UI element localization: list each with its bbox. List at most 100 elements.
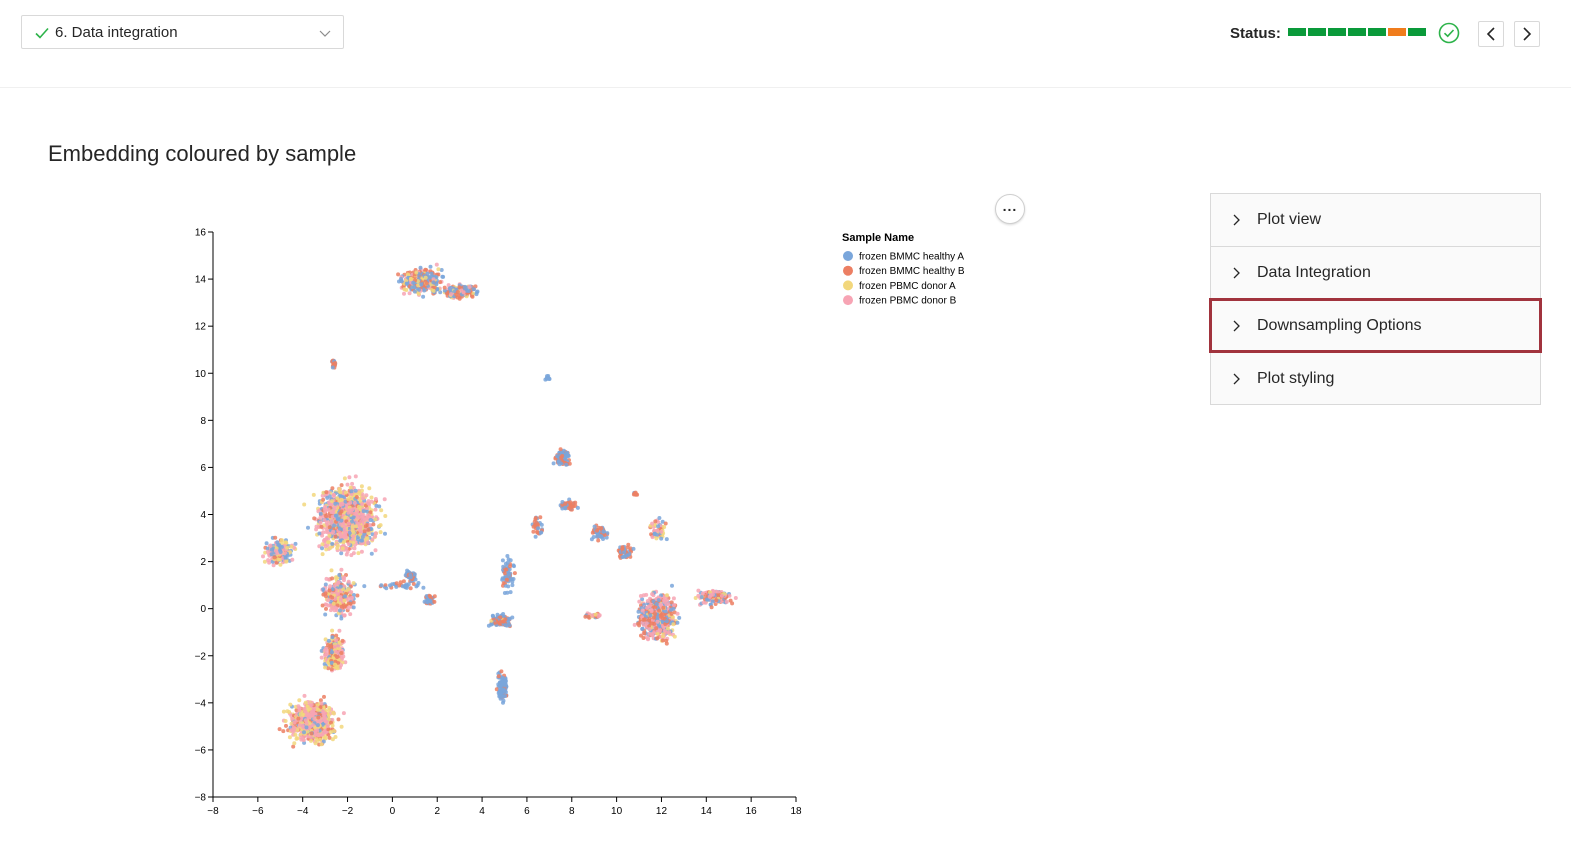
data-point — [323, 612, 328, 617]
data-point — [425, 271, 430, 276]
data-point — [646, 636, 651, 641]
x-tick-label: 16 — [746, 806, 758, 817]
data-point — [319, 524, 324, 529]
previous-step-button[interactable] — [1478, 21, 1504, 47]
data-point — [366, 501, 371, 506]
data-point — [310, 709, 315, 714]
data-point — [512, 571, 517, 576]
data-point — [657, 516, 662, 520]
data-point — [531, 529, 536, 534]
chevron-right-icon — [1233, 214, 1240, 226]
data-point — [264, 541, 269, 546]
data-point — [319, 701, 324, 706]
data-point — [359, 549, 364, 554]
data-point — [410, 285, 415, 290]
data-point — [590, 530, 595, 535]
data-point — [367, 486, 372, 491]
data-point — [500, 675, 505, 680]
data-point — [642, 617, 647, 622]
x-tick-label: 8 — [569, 806, 575, 817]
panel-item-downsampling-options[interactable]: Downsampling Options — [1209, 298, 1542, 353]
panel-item-plot-styling[interactable]: Plot styling — [1210, 352, 1541, 405]
data-point — [326, 643, 330, 647]
y-tick-label: 10 — [195, 369, 207, 380]
data-point — [342, 598, 347, 603]
data-point — [330, 365, 335, 370]
data-point — [655, 636, 660, 641]
data-point — [503, 561, 508, 566]
data-point — [311, 492, 316, 497]
data-point — [329, 520, 334, 525]
data-point — [672, 603, 676, 608]
data-point — [719, 593, 724, 598]
data-point — [359, 519, 364, 524]
data-point — [323, 508, 328, 513]
y-tick-label: 6 — [200, 463, 206, 474]
panel-item-label: Data Integration — [1257, 264, 1371, 281]
data-point — [290, 716, 295, 721]
data-point — [671, 596, 676, 601]
data-point — [595, 528, 599, 533]
data-point — [547, 376, 552, 381]
data-point — [640, 608, 645, 613]
data-point — [661, 605, 666, 610]
data-point — [421, 294, 426, 299]
status-step-3 — [1328, 28, 1346, 36]
panel-item-data-integration[interactable]: Data Integration — [1210, 246, 1541, 299]
data-point — [396, 272, 401, 277]
data-point — [655, 619, 660, 624]
data-point — [655, 528, 660, 533]
data-point — [404, 288, 409, 292]
data-point — [351, 551, 356, 556]
data-point — [533, 516, 538, 520]
data-point — [599, 534, 603, 539]
data-point — [334, 513, 339, 518]
data-point — [641, 636, 646, 640]
data-point — [343, 532, 347, 536]
data-point — [355, 515, 360, 520]
data-point — [309, 738, 313, 743]
data-point — [284, 559, 289, 564]
data-point — [357, 504, 361, 509]
data-point — [352, 546, 357, 551]
data-point — [268, 543, 273, 548]
data-point — [360, 535, 365, 539]
data-point — [625, 553, 630, 558]
data-point — [327, 533, 332, 538]
data-point — [696, 588, 701, 593]
data-point — [505, 590, 510, 595]
data-point — [343, 594, 347, 599]
data-point — [331, 493, 336, 498]
data-point — [564, 454, 568, 459]
data-point — [335, 543, 340, 548]
chevron-right-icon — [1233, 320, 1240, 332]
data-point — [334, 649, 338, 654]
data-point — [419, 282, 424, 287]
data-point — [664, 602, 669, 607]
data-point — [352, 501, 357, 505]
next-step-button[interactable] — [1514, 21, 1540, 47]
data-point — [631, 546, 636, 551]
status-label: Status: — [1230, 25, 1281, 42]
data-point — [339, 651, 344, 655]
data-point — [337, 573, 342, 577]
x-tick-label: 0 — [390, 806, 396, 817]
panel-item-plot-view[interactable]: Plot view — [1210, 193, 1541, 246]
data-point — [322, 538, 326, 543]
data-point — [327, 525, 332, 530]
data-point — [672, 634, 677, 639]
status-step-7 — [1408, 28, 1426, 36]
chevron-down-icon — [319, 30, 331, 37]
data-point — [404, 281, 409, 286]
data-point — [656, 598, 661, 603]
data-point — [377, 524, 382, 529]
data-point — [350, 525, 355, 529]
data-point — [345, 482, 350, 487]
data-point — [569, 504, 574, 509]
step-select[interactable]: 6. Data integration — [21, 15, 344, 49]
data-point — [733, 596, 738, 600]
data-point — [575, 505, 580, 510]
plot-actions-menu-button[interactable]: ... — [995, 194, 1025, 224]
status-step-2 — [1308, 28, 1326, 36]
x-tick-label: −8 — [207, 806, 219, 817]
